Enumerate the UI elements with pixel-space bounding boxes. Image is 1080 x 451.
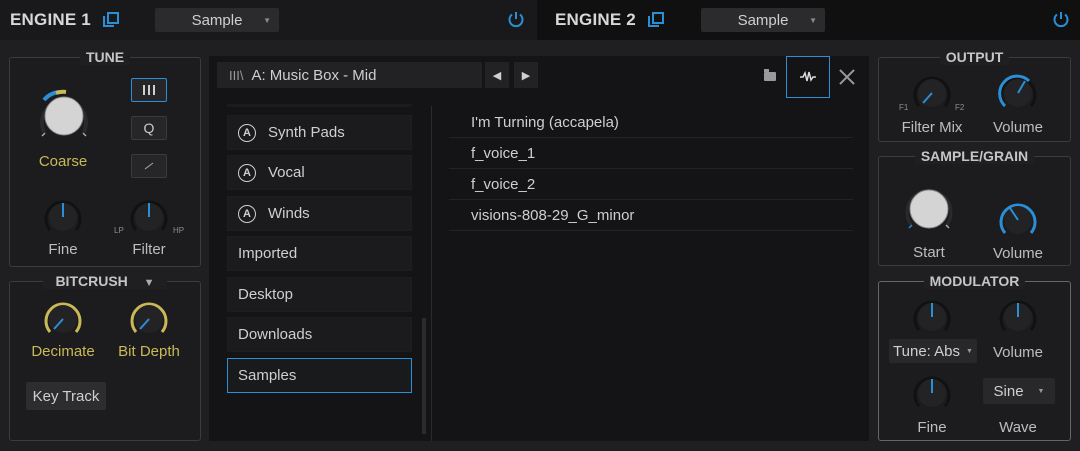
start-label: Start bbox=[913, 244, 945, 261]
library-icon: III\ bbox=[229, 67, 244, 83]
location-desktop[interactable]: Desktop bbox=[227, 277, 412, 312]
engine-2-source-select[interactable]: Sample ▼ bbox=[701, 8, 825, 32]
modulator-panel: MODULATOR Tune: Abs ▼ Volume Fine Sine ▼… bbox=[878, 273, 1071, 441]
divider bbox=[431, 106, 432, 441]
file-item[interactable]: f_voice_1 bbox=[449, 138, 853, 169]
arturia-icon: A bbox=[238, 204, 256, 223]
location-samples[interactable]: Samples bbox=[227, 358, 412, 393]
chevron-down-icon[interactable]: ▼ bbox=[137, 277, 161, 289]
chevron-down-icon: ▼ bbox=[966, 347, 973, 355]
preset-path: A: Music Box - Mid bbox=[251, 66, 377, 84]
engine-1-source-select[interactable]: Sample ▼ bbox=[155, 8, 279, 32]
list-top-edge bbox=[227, 104, 412, 107]
filter-knob[interactable] bbox=[128, 196, 170, 238]
sample-volume-knob[interactable] bbox=[997, 199, 1039, 241]
category-vocal[interactable]: A Vocal bbox=[227, 155, 412, 190]
mod-fine-label: Fine bbox=[917, 419, 947, 436]
sample-browser: III\ A: Music Box - Mid ◀ ▶ A Synth Pads… bbox=[209, 56, 869, 441]
engine-1-header: ENGINE 1 Sample ▼ bbox=[0, 0, 537, 40]
arturia-icon: A bbox=[238, 123, 256, 142]
sample-grain-panel: SAMPLE/GRAIN Start Volume bbox=[878, 148, 1071, 266]
mod-volume-knob[interactable] bbox=[997, 296, 1039, 338]
decimate-label: Decimate bbox=[31, 343, 95, 360]
tune-mode-value: Tune: Abs bbox=[893, 342, 961, 360]
quantize-mode-button[interactable]: Q bbox=[131, 116, 167, 140]
chevron-down-icon: ▼ bbox=[1037, 387, 1045, 395]
quantize-label: Q bbox=[143, 120, 155, 136]
filter-label: Filter bbox=[132, 241, 166, 258]
fine-knob[interactable] bbox=[42, 196, 84, 238]
arrow-right-icon: ▶ bbox=[521, 69, 531, 82]
filter-mix-label: Filter Mix bbox=[901, 119, 963, 136]
tune-mode-select[interactable]: Tune: Abs ▼ bbox=[889, 339, 977, 363]
filter-mix-f1-label: F1 bbox=[899, 103, 909, 112]
category-winds[interactable]: A Winds bbox=[227, 196, 412, 231]
file-item[interactable]: visions-808-29_G_minor bbox=[449, 200, 853, 231]
engine-1-title: ENGINE 1 bbox=[10, 10, 91, 29]
power-icon[interactable] bbox=[507, 10, 525, 28]
engine-2-source-value: Sample bbox=[737, 11, 789, 29]
free-mode-button[interactable] bbox=[131, 154, 167, 178]
filter-mix-f2-label: F2 bbox=[955, 103, 965, 112]
bitcrush-panel: BITCRUSH ▼ Decimate Bit Depth Key Track bbox=[9, 273, 201, 441]
chevron-down-icon: ▼ bbox=[263, 16, 271, 25]
coarse-label: Coarse bbox=[38, 153, 88, 170]
output-volume-label: Volume bbox=[992, 119, 1044, 136]
arturia-icon: A bbox=[238, 163, 256, 182]
bit-depth-label: Bit Depth bbox=[118, 343, 180, 360]
power-icon[interactable] bbox=[1052, 10, 1070, 28]
mod-fine-knob[interactable] bbox=[911, 372, 953, 414]
engine-1-source-value: Sample bbox=[191, 11, 243, 29]
output-title: OUTPUT bbox=[939, 49, 1010, 65]
wave-value: Sine bbox=[993, 382, 1024, 400]
wave-label: Wave bbox=[999, 419, 1037, 436]
sample-volume-label: Volume bbox=[992, 245, 1044, 262]
mod-tune-knob[interactable] bbox=[911, 296, 953, 338]
decimate-knob[interactable] bbox=[42, 298, 84, 340]
engine-2-title: ENGINE 2 bbox=[555, 10, 636, 29]
start-knob[interactable] bbox=[901, 181, 957, 237]
copy-icon[interactable] bbox=[102, 12, 119, 28]
location-downloads[interactable]: Downloads bbox=[227, 317, 412, 352]
sample-grain-title: SAMPLE/GRAIN bbox=[914, 148, 1035, 164]
arrow-left-icon: ◀ bbox=[492, 69, 502, 82]
bit-depth-knob[interactable] bbox=[128, 298, 170, 340]
output-volume-knob[interactable] bbox=[997, 72, 1039, 114]
scrollbar-thumb[interactable] bbox=[422, 318, 426, 434]
slope-icon bbox=[144, 162, 154, 170]
file-item[interactable]: I'm Turning (accapela) bbox=[449, 107, 853, 138]
filter-mix-knob[interactable] bbox=[911, 72, 953, 114]
coarse-knob[interactable] bbox=[34, 88, 94, 144]
engine-2-header: ENGINE 2 Sample ▼ bbox=[537, 0, 1080, 40]
file-item[interactable]: f_voice_2 bbox=[449, 169, 853, 200]
tune-panel: TUNE Coarse Q Fine LP HP Filter bbox=[9, 49, 201, 267]
close-icon[interactable] bbox=[838, 68, 856, 86]
fine-label: Fine bbox=[48, 241, 78, 258]
filter-lp-label: LP bbox=[114, 226, 124, 235]
wave-select[interactable]: Sine ▼ bbox=[983, 378, 1055, 404]
bitcrush-title: BITCRUSH bbox=[49, 273, 134, 289]
category-label: Winds bbox=[268, 205, 310, 222]
keyboard-icon bbox=[143, 85, 155, 95]
chevron-down-icon: ▼ bbox=[809, 16, 817, 25]
folder-icon[interactable] bbox=[764, 69, 776, 81]
mod-volume-label: Volume bbox=[992, 344, 1044, 361]
category-label: Vocal bbox=[268, 164, 305, 181]
waveform-view-button[interactable] bbox=[786, 56, 830, 98]
tune-title: TUNE bbox=[79, 49, 131, 65]
modulator-title: MODULATOR bbox=[923, 273, 1026, 289]
category-label: Synth Pads bbox=[268, 124, 345, 141]
preset-path-bar[interactable]: III\ A: Music Box - Mid bbox=[217, 62, 482, 88]
copy-icon[interactable] bbox=[647, 12, 664, 28]
waveform-icon bbox=[800, 71, 816, 82]
next-preset-button[interactable]: ▶ bbox=[514, 62, 538, 88]
category-synth-pads[interactable]: A Synth Pads bbox=[227, 115, 412, 150]
keyboard-mode-button[interactable] bbox=[131, 78, 167, 102]
filter-hp-label: HP bbox=[173, 226, 185, 235]
output-panel: OUTPUT F1 F2 Filter Mix Volume bbox=[878, 49, 1071, 142]
key-track-button[interactable]: Key Track bbox=[26, 382, 106, 410]
previous-preset-button[interactable]: ◀ bbox=[485, 62, 509, 88]
location-imported[interactable]: Imported bbox=[227, 236, 412, 271]
